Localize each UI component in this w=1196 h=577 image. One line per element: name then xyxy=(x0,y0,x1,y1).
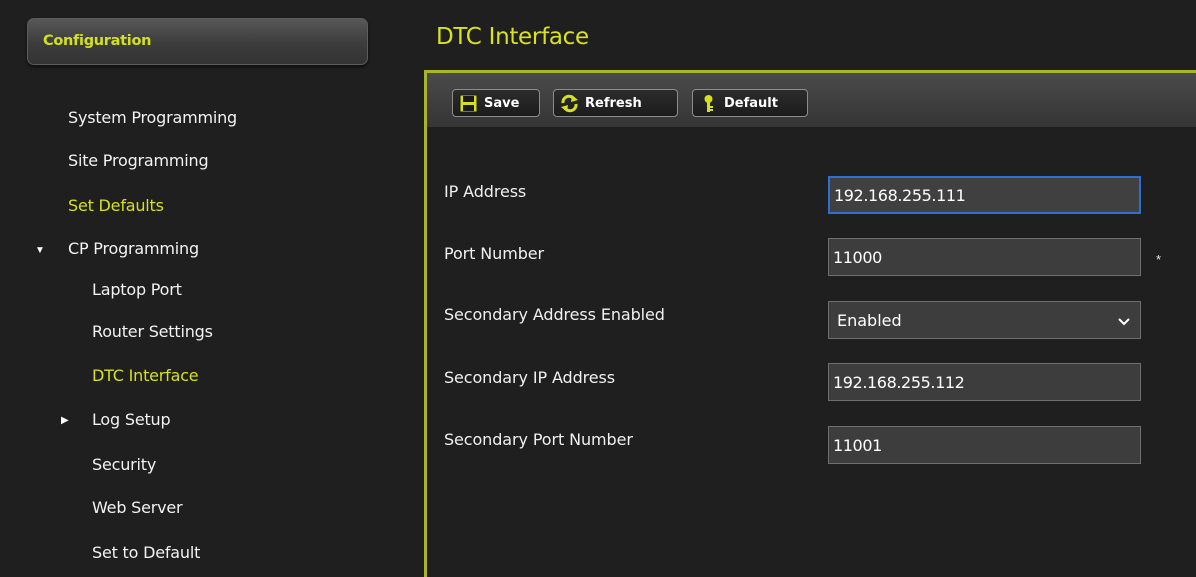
default-button[interactable]: Default xyxy=(692,89,808,117)
secondary-ip-address-value: 192.168.255.112 xyxy=(833,372,965,392)
sidebar-item-web-server[interactable]: Web Server xyxy=(92,498,183,517)
sidebar-item-set-defaults[interactable]: Set Defaults xyxy=(68,196,164,215)
configuration-header[interactable]: Configuration xyxy=(27,18,368,65)
secondary-port-number-field[interactable]: 11001 xyxy=(828,426,1141,464)
floppy-disk-icon xyxy=(459,94,478,113)
refresh-button-label: Refresh xyxy=(585,95,642,111)
toolbar xyxy=(427,73,1196,127)
secondary-address-enabled-select[interactable]: Enabled xyxy=(828,301,1141,339)
secondary-port-number-value: 11001 xyxy=(833,435,882,455)
page-title: DTC Interface xyxy=(436,24,589,50)
ip-address-value: 192.168.255.111 xyxy=(834,185,966,205)
secondary-port-number-label: Secondary Port Number xyxy=(444,430,633,449)
save-button-label: Save xyxy=(484,95,520,111)
port-number-label: Port Number xyxy=(444,244,544,263)
expanded-triangle-icon[interactable]: ▼ xyxy=(35,245,45,256)
key-icon xyxy=(699,94,718,113)
secondary-ip-address-field[interactable]: 192.168.255.112 xyxy=(828,363,1141,401)
collapsed-triangle-icon[interactable]: ▶ xyxy=(61,415,69,426)
configuration-header-label: Configuration xyxy=(43,33,152,49)
sidebar-item-set-to-default[interactable]: Set to Default xyxy=(92,543,200,562)
sidebar-item-dtc-interface[interactable]: DTC Interface xyxy=(92,366,199,385)
required-marker: * xyxy=(1156,252,1162,267)
sidebar: Configuration System Programming Site Pr… xyxy=(0,0,384,577)
secondary-ip-address-label: Secondary IP Address xyxy=(444,368,615,387)
refresh-icon xyxy=(560,94,579,113)
sidebar-item-laptop-port[interactable]: Laptop Port xyxy=(92,280,182,299)
save-button[interactable]: Save xyxy=(452,89,540,117)
port-number-field[interactable]: 11000 xyxy=(828,238,1141,276)
refresh-button[interactable]: Refresh xyxy=(553,89,678,117)
secondary-address-enabled-label: Secondary Address Enabled xyxy=(444,305,665,324)
default-button-label: Default xyxy=(724,95,778,111)
sidebar-item-cp-programming[interactable]: CP Programming xyxy=(68,239,199,258)
sidebar-item-security[interactable]: Security xyxy=(92,455,156,474)
secondary-address-enabled-value: Enabled xyxy=(837,310,902,330)
sidebar-item-site-programming[interactable]: Site Programming xyxy=(68,151,209,170)
sidebar-item-system-programming[interactable]: System Programming xyxy=(68,108,237,127)
sidebar-item-router-settings[interactable]: Router Settings xyxy=(92,322,213,341)
ip-address-label: IP Address xyxy=(444,182,527,201)
chevron-down-icon xyxy=(1118,311,1130,330)
app-window: Configuration System Programming Site Pr… xyxy=(0,0,1196,577)
ip-address-field[interactable]: 192.168.255.111 xyxy=(828,176,1141,214)
port-number-value: 11000 xyxy=(833,247,882,267)
sidebar-item-log-setup[interactable]: Log Setup xyxy=(92,410,171,429)
